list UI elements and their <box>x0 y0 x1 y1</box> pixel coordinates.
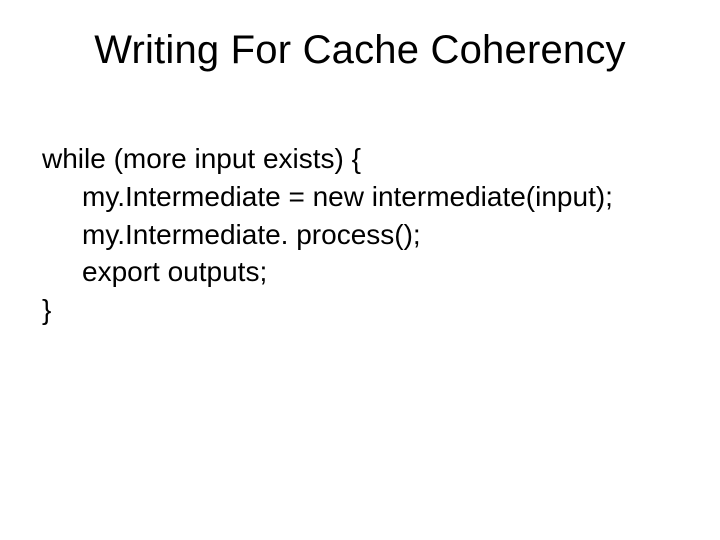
code-line-3: my.Intermediate. process(); <box>42 216 678 254</box>
code-line-1: while (more input exists) { <box>42 143 361 174</box>
code-line-2: my.Intermediate = new intermediate(input… <box>42 178 678 216</box>
slide: Writing For Cache Coherency while (more … <box>0 0 720 540</box>
code-line-4: export outputs; <box>42 253 678 291</box>
code-block: while (more input exists) { my.Intermedi… <box>42 140 678 329</box>
slide-title: Writing For Cache Coherency <box>0 28 720 73</box>
code-line-5: } <box>42 294 51 325</box>
